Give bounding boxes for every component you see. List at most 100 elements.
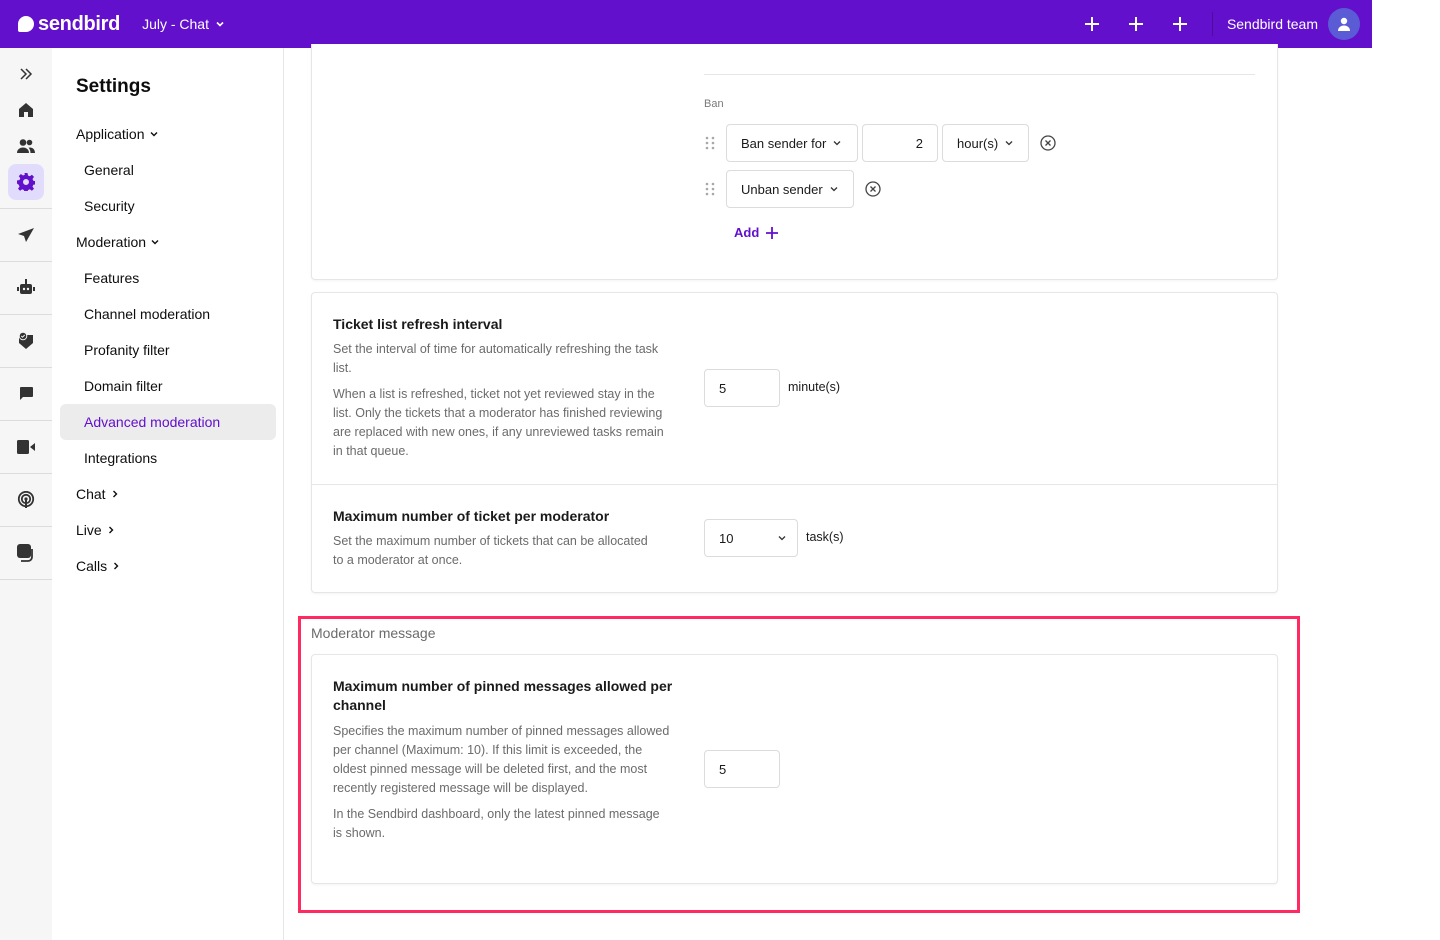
chevron-down-icon [778, 536, 786, 541]
ban-action-select[interactable]: Ban sender for [726, 124, 858, 162]
drag-handle[interactable] [704, 133, 726, 153]
nav-item-features[interactable]: Features [60, 260, 276, 296]
expand-rail-button[interactable] [0, 56, 52, 92]
nav-label: Calls [76, 558, 108, 574]
chevron-down-icon [216, 21, 224, 27]
nav-item-advanced-moderation[interactable]: Advanced moderation [60, 404, 276, 440]
description-text: Specifies the maximum number of pinned m… [333, 724, 670, 795]
nav-group-live[interactable]: Live [60, 512, 276, 548]
remove-row-button[interactable] [864, 180, 882, 198]
nav-label: Features [84, 270, 140, 286]
create-button-1[interactable] [1080, 12, 1104, 36]
nav-group-calls[interactable]: Calls [60, 548, 276, 584]
create-button-2[interactable] [1124, 12, 1148, 36]
setting-description: Set the interval of time for automatical… [333, 340, 673, 461]
drag-handle-icon [705, 136, 715, 150]
nav-label: Integrations [84, 450, 158, 466]
divider [1211, 12, 1213, 36]
chevron-right-icon [108, 526, 114, 534]
refresh-interval-input[interactable] [704, 369, 780, 407]
chevron-down-icon [151, 240, 159, 245]
brand-name: sendbird [38, 12, 121, 35]
nav-label: General [84, 162, 134, 178]
refresh-interval-row: Ticket list refresh interval Set the int… [312, 293, 1277, 484]
send-icon [18, 228, 34, 242]
bot-icon [17, 279, 35, 294]
app-switcher[interactable]: July - Chat [142, 16, 225, 32]
nav-item-general[interactable]: General [60, 152, 276, 188]
ban-duration-input[interactable] [862, 124, 938, 162]
notification-icon [17, 544, 33, 562]
broadcast-icon [17, 491, 35, 508]
gear-icon [17, 173, 35, 191]
app-name: July - Chat [142, 16, 209, 32]
chevron-down-icon [830, 187, 838, 192]
max-pinned-input[interactable] [704, 750, 780, 788]
chevron-down-icon [833, 141, 841, 146]
plus-icon [1172, 17, 1187, 31]
rail-users[interactable] [0, 128, 52, 164]
setting-title: Maximum number of ticket per moderator [333, 508, 610, 524]
nav-item-integrations[interactable]: Integrations [60, 440, 276, 476]
double-chevron-right-icon [20, 68, 33, 80]
unban-action-select[interactable]: Unban sender [726, 170, 854, 208]
users-icon [17, 139, 35, 153]
brand-logo[interactable]: sendbird [18, 13, 120, 36]
main-content: Ban Ban sender for hour(s) Unb [285, 44, 1440, 940]
rail-calls[interactable] [0, 421, 52, 473]
top-bar: sendbird July - Chat Sendbird team [0, 0, 1372, 48]
chat-bubble-icon [20, 387, 33, 400]
rail-live[interactable] [0, 474, 52, 526]
nav-group-application[interactable]: Application [60, 116, 276, 152]
create-button-3[interactable] [1168, 12, 1192, 36]
rail-chat[interactable] [0, 368, 52, 420]
nav-label: Domain filter [84, 378, 163, 394]
setting-description: Specifies the maximum number of pinned m… [333, 722, 671, 843]
plus-icon [1084, 17, 1099, 31]
rail-moderation[interactable] [0, 315, 52, 367]
ban-action-row: Ban sender for hour(s) [704, 124, 1057, 162]
nav-item-profanity-filter[interactable]: Profanity filter [60, 332, 276, 368]
max-ticket-row: Maximum number of ticket per moderator S… [312, 484, 1277, 593]
ban-unit-select[interactable]: hour(s) [942, 124, 1029, 162]
nav-group-moderation[interactable]: Moderation [60, 224, 276, 260]
nav-item-security[interactable]: Security [60, 188, 276, 224]
home-icon [19, 103, 33, 117]
divider [704, 74, 1255, 75]
avatar[interactable] [1328, 8, 1360, 40]
nav-group-chat[interactable]: Chat [60, 476, 276, 512]
page-title: Settings [76, 76, 151, 97]
shield-check-icon [18, 332, 33, 349]
icon-rail [0, 48, 52, 940]
unit-label: minute(s) [788, 380, 841, 394]
nav-label: Security [84, 198, 135, 214]
select-value: Ban sender for [741, 135, 827, 151]
remove-row-button[interactable] [1039, 134, 1057, 152]
settings-nav: Settings Application General Security Mo… [52, 48, 284, 940]
rail-notifications[interactable] [0, 527, 52, 579]
drag-handle[interactable] [704, 179, 726, 199]
plus-icon [1128, 17, 1143, 31]
team-name[interactable]: Sendbird team [1227, 16, 1318, 32]
rail-settings[interactable] [0, 164, 52, 200]
nav-label: Live [76, 522, 102, 538]
ticket-settings-card: Ticket list refresh interval Set the int… [311, 292, 1278, 593]
rail-home[interactable] [0, 92, 52, 128]
max-ticket-select[interactable]: 10 [704, 519, 798, 557]
nav-item-domain-filter[interactable]: Domain filter [60, 368, 276, 404]
close-circle-icon [865, 181, 881, 197]
select-value: hour(s) [957, 135, 999, 151]
chevron-right-icon [112, 490, 118, 498]
nav-label: Moderation [76, 234, 147, 250]
section-title: Moderator message [311, 625, 436, 641]
sendbird-logo-icon [18, 16, 34, 32]
setting-description: Set the maximum number of tickets that c… [333, 534, 648, 567]
unban-action-row: Unban sender [704, 170, 882, 208]
description-text: When a list is refreshed, ticket not yet… [333, 387, 664, 458]
rail-messaging[interactable] [0, 209, 52, 261]
rail-bots[interactable] [0, 262, 52, 314]
add-action-button[interactable]: Add [734, 225, 779, 240]
nav-label: Profanity filter [84, 342, 170, 358]
nav-item-channel-moderation[interactable]: Channel moderation [60, 296, 276, 332]
nav-label: Application [76, 126, 145, 142]
